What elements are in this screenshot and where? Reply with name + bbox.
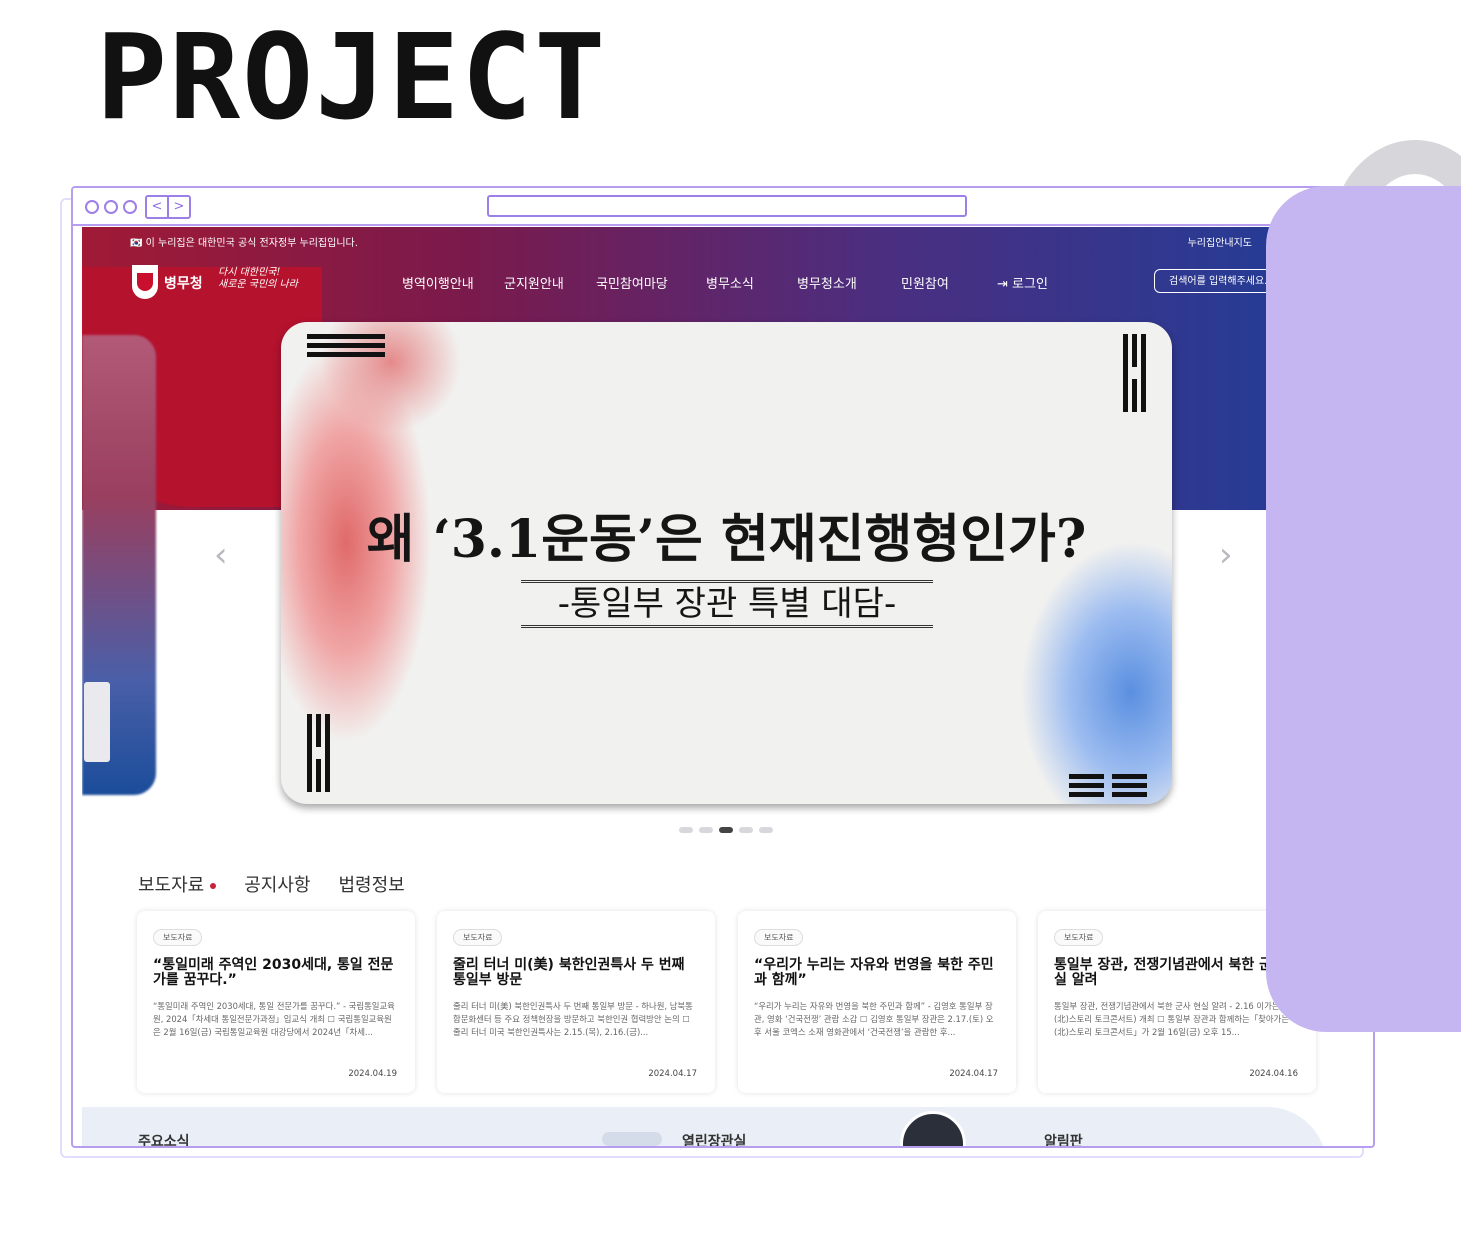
slogan: 다시 대한민국! 새로운 국민의 나라 — [218, 267, 298, 291]
address-bar[interactable] — [487, 195, 967, 217]
menu-item[interactable]: 국민참여마당 — [596, 273, 668, 292]
decorative-pill — [602, 1132, 662, 1146]
card-summary: 줄리 터너 미(美) 북한인권특사 두 번째 통일부 방문 - 하나원, 남북통… — [453, 1001, 693, 1037]
tab-press-release[interactable]: 보도자료 — [138, 871, 217, 897]
section-heading-minister: 열린장관실 — [682, 1134, 747, 1147]
geon-trigram-icon — [307, 334, 385, 357]
blue-paint-wash — [1021, 542, 1172, 804]
tab-label: 보도자료 — [138, 875, 205, 896]
back-arrow-icon[interactable]: < — [147, 197, 169, 217]
sitemap-link[interactable]: 누리집안내지도 — [1188, 234, 1252, 249]
tab-notice[interactable]: 공지사항 — [244, 871, 310, 897]
website-viewport: 🇰🇷 이 누리집은 대한민국 공식 전자정부 누리집입니다. 누리집안내지도 병… — [82, 227, 1372, 1147]
menu-item[interactable]: 민원참여 — [901, 273, 949, 292]
chevron-left-icon[interactable]: ‹ — [214, 535, 228, 575]
menu-item[interactable]: 병역이행안내 — [402, 273, 474, 292]
slide-subheading: -통일부 장관 특별 대담- — [521, 580, 933, 628]
card-date: 2024.04.16 — [1249, 1069, 1298, 1079]
category-badge: 보도자료 — [1054, 929, 1104, 946]
card-title[interactable]: “우리가 누리는 자유와 번영을 북한 주민과 함께” — [754, 958, 1000, 988]
browser-nav-buttons: < > — [145, 195, 191, 219]
menu-item[interactable]: 병무소식 — [706, 273, 754, 292]
carousel-dot[interactable] — [699, 827, 713, 833]
carousel-dot[interactable] — [679, 827, 693, 833]
logo-text[interactable]: 병무청 — [164, 273, 203, 293]
page-title: PROJECT — [96, 8, 608, 146]
card-title[interactable]: 통일부 장관, 전쟁기념관에서 북한 군 현실 알려 — [1054, 958, 1300, 988]
card-date: 2024.04.19 — [348, 1069, 397, 1079]
card-title[interactable]: 줄리 터너 미(美) 북한인권특사 두 번째 통일부 방문 — [453, 958, 699, 988]
browser-window: < > 🇰🇷 이 누리집은 대한민국 공식 전자정부 누리집입니다. 누리집안내… — [71, 186, 1375, 1148]
forward-arrow-icon[interactable]: > — [169, 197, 189, 217]
window-dot-icon[interactable] — [123, 200, 137, 214]
ri-trigram-icon — [307, 714, 330, 792]
chevron-right-icon[interactable]: › — [1219, 535, 1233, 575]
category-badge: 보도자료 — [453, 929, 503, 946]
carousel-dot[interactable] — [739, 827, 753, 833]
card-date: 2024.04.17 — [949, 1069, 998, 1079]
menu-item[interactable]: 병무청소개 — [797, 273, 857, 292]
section-heading-news: 주요소식 — [138, 1134, 190, 1147]
card-title[interactable]: “통일미래 주역인 2030세대, 통일 전문가를 꿈꾸다.” — [153, 958, 399, 988]
main-slide[interactable]: 왜 ‘3.1운동’은 현재진행형인가? -통일부 장관 특별 대담- — [281, 322, 1172, 804]
slide-heading: 왜 ‘3.1운동’은 현재진행형인가? — [366, 509, 1087, 570]
qr-code-icon — [84, 682, 110, 762]
card-date: 2024.04.17 — [648, 1069, 697, 1079]
card-summary: 통일부 장관, 전쟁기념관에서 북한 군사 현실 알려 - 2.16 이가는 북… — [1054, 1001, 1300, 1037]
slogan-line: 다시 대한민국! — [218, 267, 281, 278]
news-tabs: 보도자료 공지사항 법령정보 — [138, 871, 405, 897]
carousel-dot-active[interactable] — [719, 827, 733, 833]
news-card[interactable]: 보도자료 “우리가 누리는 자유와 번영을 북한 주민과 함께” “우리가 누리… — [738, 911, 1016, 1093]
window-dot-icon[interactable] — [104, 200, 118, 214]
login-link[interactable]: ⇥ 로그인 — [997, 273, 1048, 292]
tab-law[interactable]: 법령정보 — [339, 871, 405, 897]
card-summary: “우리가 누리는 자유와 번영을 북한 주민과 함께” - 김영호 통일부 장관… — [754, 1001, 994, 1037]
section-heading-board: 알림판 — [1044, 1134, 1083, 1147]
active-dot-icon — [210, 883, 217, 889]
news-card[interactable]: 보도자료 줄리 터너 미(美) 북한인권특사 두 번째 통일부 방문 줄리 터너… — [437, 911, 715, 1093]
gon-trigram-icon — [1069, 774, 1147, 797]
carousel-indicators — [679, 827, 773, 833]
gov-notice: 🇰🇷 이 누리집은 대한민국 공식 전자정부 누리집입니다. — [130, 238, 358, 249]
window-dot-icon[interactable] — [85, 200, 99, 214]
decorative-purple-panel — [1266, 186, 1461, 1032]
category-badge: 보도자료 — [153, 929, 203, 946]
news-card[interactable]: 보도자료 “통일미래 주역인 2030세대, 통일 전문가를 꿈꾸다.” “통일… — [137, 911, 415, 1093]
mma-logo-icon[interactable] — [132, 265, 158, 299]
card-summary: “통일미래 주역인 2030세대, 통일 전문가를 꿈꾸다.” - 국립통일교육… — [153, 1001, 395, 1037]
browser-toolbar: < > — [73, 188, 1373, 226]
gam-trigram-icon — [1123, 334, 1146, 412]
menu-item[interactable]: 군지원안내 — [504, 273, 564, 292]
carousel-dot[interactable] — [759, 827, 773, 833]
slogan-line: 새로운 국민의 나라 — [218, 279, 298, 290]
category-badge: 보도자료 — [754, 929, 804, 946]
